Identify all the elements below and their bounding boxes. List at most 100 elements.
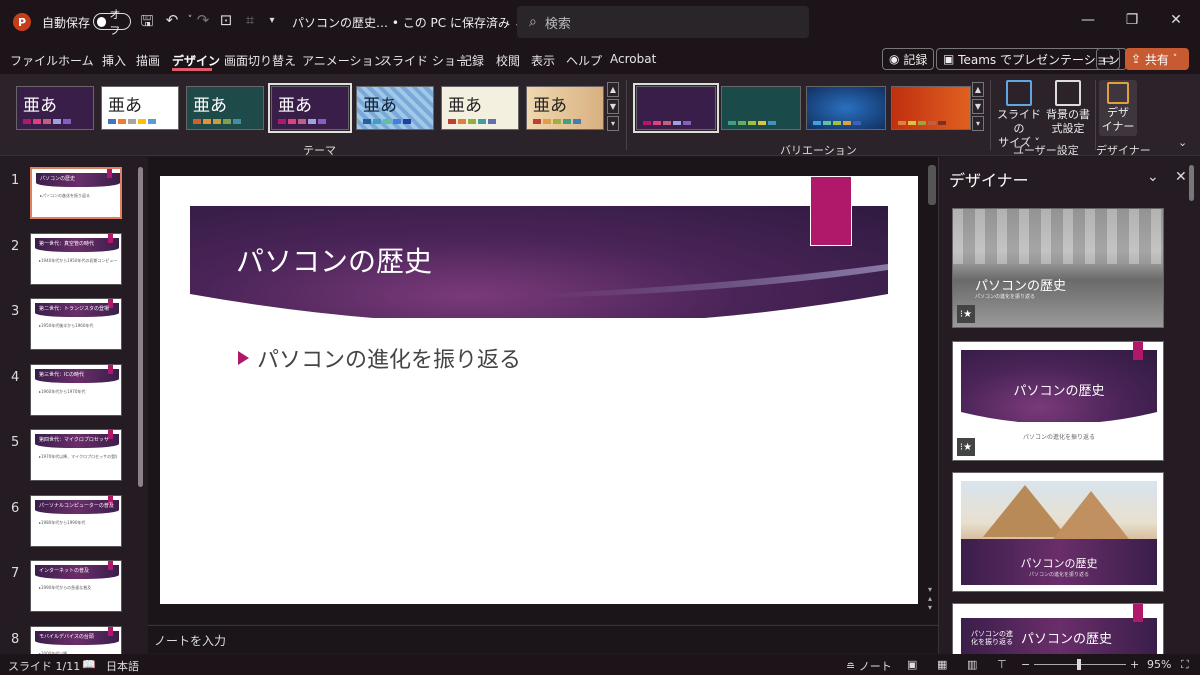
slide-thumbnail-7[interactable]: インターネットの普及 ▸1990年代からの急速な普及 [30, 560, 122, 612]
fit-to-window-icon[interactable]: ⛶ [1181, 658, 1189, 672]
close-icon[interactable]: ✕ [1175, 169, 1187, 185]
thumbnail-title: モバイルデバイスの台頭 [39, 633, 94, 640]
accessibility-icon[interactable]: 📖 [82, 658, 96, 671]
redo-icon[interactable]: ↷ [193, 11, 213, 29]
thumbnail-body: ▸1950年代後半から1960年代 [39, 323, 94, 328]
minimize-icon[interactable]: — [1080, 12, 1096, 28]
comment-icon[interactable]: ⌗ [240, 11, 260, 29]
variation-item-3[interactable] [806, 86, 886, 130]
slide-thumbnail-1[interactable]: パソコンの歴史 ▸パソコンの進化を振り返る [30, 167, 122, 219]
thumbnail-body: ▸1980年代から1990年代 [39, 519, 86, 525]
slide-bullet[interactable]: パソコンの進化を振り返る [238, 342, 521, 374]
slide-thumbnail-8[interactable]: モバイルデバイスの台頭 ▸2000年代以降 [30, 625, 122, 654]
design-idea-2[interactable]: パソコンの歴史 パソコンの進化を振り返る ⁝★ [952, 341, 1164, 461]
comments-button[interactable]: ▭ [1096, 48, 1120, 70]
designer-label-2: イナー [1101, 120, 1135, 133]
slide-thumbnail-4[interactable]: 第三世代：ICの時代 ▸1960年代から1970年代 [30, 363, 122, 416]
tab-slideshow[interactable]: スライド ショー [380, 52, 468, 69]
slide-thumbnail-3[interactable]: 第二世代：トランジスタの登場 ▸1950年代後半から1960年代 [30, 298, 122, 350]
theme-item-1[interactable]: 亜あ [16, 86, 94, 130]
variation-item-2[interactable] [721, 86, 801, 130]
variation-gallery-down-icon[interactable]: ▼ [972, 99, 984, 114]
tab-home[interactable]: ホーム [58, 52, 94, 69]
teams-icon: ▣ [943, 52, 955, 66]
slide-sorter-icon[interactable]: ▦ [937, 658, 947, 671]
title-bar: P 自動保存 オフ 🖫 ↶ ˅ ↷ ⊡ ⌗ ▾ パソコンの歴史… • この PC… [0, 0, 1200, 44]
tab-design[interactable]: デザイン [172, 52, 220, 69]
save-icon[interactable]: 🖫 [137, 11, 157, 36]
design-idea-3[interactable]: パソコンの歴史 パソコンの進化を振り返る [952, 472, 1164, 592]
accent-tag [1133, 342, 1143, 360]
zoom-in-icon[interactable]: + [1130, 658, 1139, 671]
theme-item-6[interactable]: 亜あ [441, 86, 519, 130]
designer-button[interactable]: デザ イナー [1099, 80, 1137, 136]
current-slide[interactable]: パソコンの歴史 パソコンの進化を振り返る [160, 176, 918, 604]
tab-insert[interactable]: 挿入 [102, 52, 126, 69]
notes-pane[interactable]: ノートを入力 [148, 625, 938, 653]
tab-animations[interactable]: アニメーション [302, 52, 386, 69]
theme-gallery-down-icon[interactable]: ▼ [607, 99, 619, 114]
customize-toolbar-icon[interactable]: ▾ [262, 15, 282, 26]
slide-size-button[interactable]: スライドの サイズ ˅ [996, 80, 1042, 150]
theme-item-2[interactable]: 亜あ [101, 86, 179, 130]
undo-icon[interactable]: ↶ [162, 11, 182, 29]
close-icon[interactable]: ✕ [1168, 12, 1184, 28]
restore-icon[interactable]: ❐ [1124, 12, 1140, 28]
canvas-scroll-arrows[interactable]: ▾ ▴ ▾ [928, 585, 932, 612]
chevron-down-icon[interactable]: ⌄ [1147, 169, 1159, 185]
zoom-out-icon[interactable]: − [1021, 658, 1030, 671]
search-input[interactable]: ⌕ 検索 [517, 6, 809, 38]
tab-acrobat[interactable]: Acrobat [610, 52, 656, 66]
design-idea-1[interactable]: パソコンの歴史 パソコンの進化を振り返る ⁝★ [952, 208, 1164, 328]
variation-item-1[interactable] [633, 83, 719, 133]
tab-view[interactable]: 表示 [531, 52, 555, 69]
design-idea-4[interactable]: パソコンの進化を振り返る パソコンの歴史 [952, 603, 1164, 654]
tab-record[interactable]: 記録 [460, 52, 484, 69]
tab-help[interactable]: ヘルプ [566, 52, 602, 69]
record-button[interactable]: ◉ 記録 [882, 48, 935, 70]
theme-item-5[interactable]: 亜あ [356, 86, 434, 130]
zoom-slider-thumb[interactable] [1077, 659, 1081, 670]
slideshow-view-icon[interactable]: ⊤ [997, 658, 1007, 671]
variation-item-4[interactable] [891, 86, 971, 130]
tab-draw[interactable]: 描画 [136, 52, 160, 69]
notes-button[interactable]: ≘ ノート [846, 658, 892, 674]
document-title[interactable]: パソコンの歴史… • この PC に保存済み ⌄ [292, 14, 524, 31]
slide-thumbnail-6[interactable]: パーソナルコンピューターの普及 ▸1980年代から1990年代 [30, 494, 122, 547]
variation-gallery-up-icon[interactable]: ▲ [972, 82, 984, 97]
theme-gallery-more-icon[interactable]: ▾ [607, 116, 619, 131]
theme-sample-text: 亜あ [363, 96, 397, 116]
language-indicator[interactable]: 日本語 [106, 658, 139, 674]
theme-item-3[interactable]: 亜あ [186, 86, 264, 130]
design-idea-title: パソコンの歴史 [1013, 384, 1105, 399]
present-from-start-icon[interactable]: ⊡ [216, 11, 236, 29]
slide-thumbnail-2[interactable]: 第一世代：真空管の時代 ▸1940年代から1950年代の初期コンピューター [30, 232, 122, 285]
collapse-ribbon-icon[interactable]: ⌄ [1178, 136, 1187, 149]
normal-view-icon[interactable]: ▣ [907, 658, 917, 671]
thumbnail-number: 5 [11, 435, 20, 450]
designer-scrollbar[interactable] [1189, 165, 1194, 201]
tab-transitions[interactable]: 画面切り替え [224, 52, 296, 69]
accent-tag [108, 626, 113, 636]
theme-gallery-up-icon[interactable]: ▲ [607, 82, 619, 97]
thumbnail-scrollbar[interactable] [138, 167, 143, 487]
share-button-label: 共有 [1144, 52, 1169, 67]
zoom-level[interactable]: 95% [1147, 658, 1171, 671]
share-button[interactable]: ⇪ 共有 ˅ [1125, 48, 1189, 70]
star-icon: ⁝★ [957, 438, 975, 456]
theme-item-7[interactable]: 亜あ [526, 86, 604, 130]
format-background-button[interactable]: 背景の書 式設定 [1044, 80, 1092, 136]
theme-item-4-selected[interactable]: 亜あ [268, 83, 352, 133]
slide-thumbnail-5[interactable]: 第四世代：マイクロプロセッサ ▸1970年代以降、マイクロプロセッサの登場 [30, 429, 122, 481]
design-idea-subtitle: パソコンの進化を振り返る [1022, 434, 1095, 441]
tab-file[interactable]: ファイル [10, 52, 58, 69]
tab-review[interactable]: 校閲 [496, 52, 520, 69]
variation-gallery-more-icon[interactable]: ▾ [972, 116, 984, 131]
notes-placeholder: ノートを入力 [154, 634, 227, 648]
autosave-toggle[interactable]: オフ [93, 8, 131, 37]
reading-view-icon[interactable]: ▥ [967, 658, 977, 671]
canvas-scrollbar[interactable] [928, 165, 936, 205]
format-background-label: 背景の書 [1046, 108, 1090, 121]
slide-title[interactable]: パソコンの歴史 [236, 240, 432, 280]
notes-button-label: ノート [858, 660, 892, 673]
